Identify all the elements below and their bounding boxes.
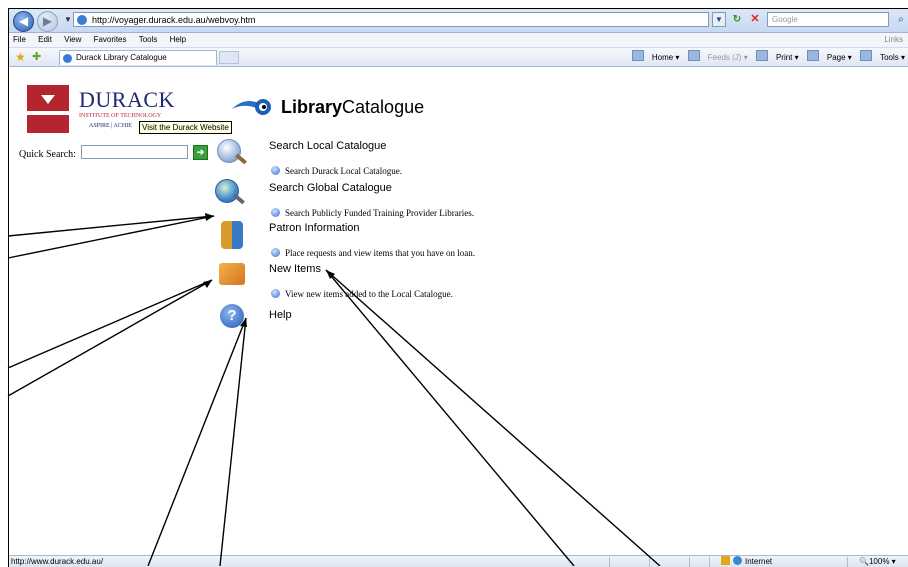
bullet-icon xyxy=(271,166,280,175)
link-text: Search Publicly Funded Training Provider… xyxy=(285,208,474,218)
feeds-icon xyxy=(687,50,700,61)
forward-icon[interactable]: ▶ xyxy=(37,11,58,32)
address-bar-row: ◀ ▶ ▼ http://voyager.durack.edu.au/webvo… xyxy=(9,9,908,33)
tab-title: Durack Library Catalogue xyxy=(76,53,167,62)
link-text: Place requests and view items that you h… xyxy=(285,248,475,258)
section-title-search-global[interactable]: Search Global Catalogue xyxy=(269,182,392,194)
menu-help[interactable]: Help xyxy=(166,33,192,47)
print-button[interactable]: Print ▾ xyxy=(755,50,799,62)
bullet-icon xyxy=(271,248,280,257)
print-label: Print xyxy=(775,53,793,62)
ie-page-icon xyxy=(77,15,87,25)
durack-shield-icon xyxy=(27,85,69,133)
section-title-search-local[interactable]: Search Local Catalogue xyxy=(269,140,386,152)
status-url: http://www.durack.edu.au/ xyxy=(11,557,104,566)
library-catalogue-logo: LibraryCatalogue xyxy=(231,93,441,123)
menu-file[interactable]: File xyxy=(9,33,32,47)
quick-search-label: Quick Search: xyxy=(19,149,76,160)
section-link-search-local[interactable]: Search Durack Local Catalogue. xyxy=(271,166,402,176)
tools-label: Tools xyxy=(880,53,899,62)
browser-window: ◀ ▶ ▼ http://voyager.durack.edu.au/webvo… xyxy=(8,8,908,567)
page-button[interactable]: Page ▾ xyxy=(806,50,852,62)
address-url: http://voyager.durack.edu.au/webvoy.htm xyxy=(92,15,256,25)
feeds-button[interactable]: Feeds (J) ▾ xyxy=(687,50,748,62)
section-link-search-global[interactable]: Search Publicly Funded Training Provider… xyxy=(271,208,474,218)
menu-tools[interactable]: Tools xyxy=(135,33,164,47)
search-placeholder: Google xyxy=(772,15,798,24)
print-icon xyxy=(755,50,768,61)
globe-icon xyxy=(733,556,742,565)
tab-durack-library[interactable]: Durack Library Catalogue xyxy=(59,50,217,65)
menu-edit[interactable]: Edit xyxy=(34,33,58,47)
section-title-patron[interactable]: Patron Information xyxy=(269,222,360,234)
page-label: Page xyxy=(826,53,846,62)
institution-subtitle: INSTITUTE OF TECHNOLOGY xyxy=(79,113,162,119)
home-label: Home xyxy=(651,53,674,62)
history-dropdown-icon[interactable]: ▼ xyxy=(64,15,72,24)
address-dropdown-icon[interactable]: ▼ xyxy=(712,12,726,27)
new-tab-button[interactable] xyxy=(219,51,239,64)
security-zone[interactable]: Internet xyxy=(721,556,772,567)
lock-icon xyxy=(721,556,730,565)
help-question-icon[interactable]: ? xyxy=(220,304,244,328)
home-icon xyxy=(631,50,644,61)
page-content: DURACK INSTITUTE OF TECHNOLOGY ASPIRE | … xyxy=(9,67,908,555)
new-items-box-icon[interactable] xyxy=(219,263,245,285)
section-link-patron[interactable]: Place requests and view items that you h… xyxy=(271,248,475,258)
bullet-icon xyxy=(271,289,280,298)
institution-tagline: ASPIRE | ACHIE xyxy=(89,123,132,129)
page-icon xyxy=(806,50,819,61)
quick-search-input[interactable] xyxy=(81,145,188,159)
tools-icon xyxy=(860,50,873,61)
favorites-star-icon[interactable]: ★ xyxy=(15,50,26,64)
section-title-help[interactable]: Help xyxy=(269,309,292,321)
patron-people-icon[interactable] xyxy=(221,221,243,249)
feeds-label: Feeds (J) xyxy=(707,53,742,62)
quick-search-go-button[interactable]: ➔ xyxy=(193,145,208,160)
command-buttons: Home ▾ Feeds (J) ▾ Print ▾ Page ▾ Tools … xyxy=(626,50,905,65)
back-icon[interactable]: ◀ xyxy=(13,11,34,32)
search-icon[interactable]: ⌕ xyxy=(893,12,908,27)
zone-label: Internet xyxy=(745,557,773,566)
links-label[interactable]: Links xyxy=(884,33,903,47)
bullet-icon xyxy=(271,208,280,217)
status-bar: http://www.durack.edu.au/ Internet 🔍100%… xyxy=(9,555,908,567)
tab-page-icon xyxy=(63,54,72,63)
library-catalogue-title: LibraryCatalogue xyxy=(281,97,424,118)
menu-view[interactable]: View xyxy=(60,33,87,47)
refresh-icon[interactable]: ↻ xyxy=(729,12,745,27)
menu-bar: File Edit View Favorites Tools Help Link… xyxy=(9,33,908,48)
title-normal: Catalogue xyxy=(342,97,425,117)
logo-tooltip: Visit the Durack Website xyxy=(139,121,232,134)
address-input[interactable]: http://voyager.durack.edu.au/webvoy.htm xyxy=(73,12,709,27)
search-input[interactable]: Google xyxy=(767,12,889,27)
section-link-new-items[interactable]: View new items added to the Local Catalo… xyxy=(271,289,453,299)
zoom-control[interactable]: 🔍100% ▾ xyxy=(859,556,896,567)
add-favorites-icon[interactable]: ✚ xyxy=(32,50,41,64)
menu-favorites[interactable]: Favorites xyxy=(90,33,133,47)
section-title-new-items[interactable]: New Items xyxy=(269,263,321,275)
eye-icon xyxy=(232,99,271,115)
zoom-label: 100% xyxy=(868,557,890,566)
tools-button[interactable]: Tools ▾ xyxy=(860,50,905,62)
link-text: Search Durack Local Catalogue. xyxy=(285,166,402,176)
title-bold: Library xyxy=(281,97,343,117)
command-bar: ★ ✚ Durack Library Catalogue Home ▾ Feed… xyxy=(9,48,908,67)
institution-name: DURACK xyxy=(79,87,175,112)
link-text: View new items added to the Local Catalo… xyxy=(285,289,453,299)
stop-icon[interactable]: ✕ xyxy=(747,12,763,27)
home-button[interactable]: Home ▾ xyxy=(631,50,679,62)
